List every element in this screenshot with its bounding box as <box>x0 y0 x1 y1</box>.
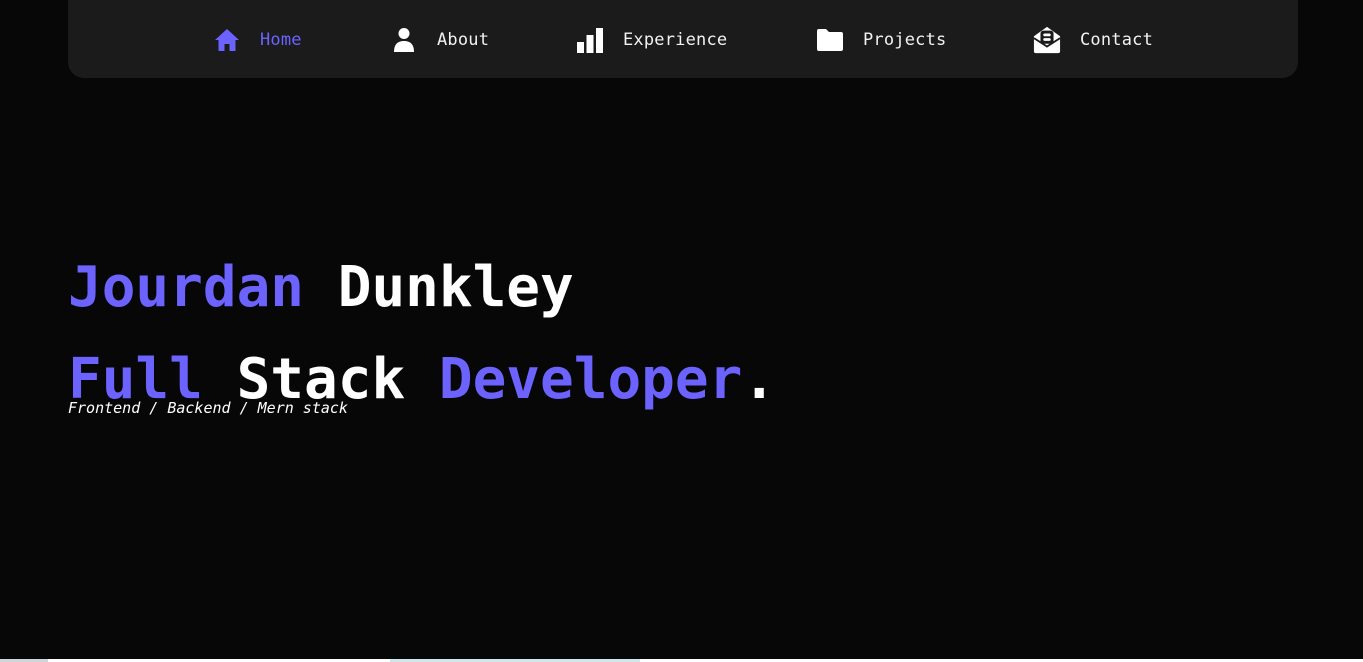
contact-mail-icon <box>1033 26 1061 54</box>
hero-name: Jourdan Dunkley <box>68 255 776 321</box>
nav-label-about: About <box>437 30 490 50</box>
nav-item-projects[interactable]: Projects <box>816 26 946 54</box>
portfolio-page: Home About Experience Projects Contact J… <box>0 0 1363 662</box>
folder-icon <box>816 26 844 54</box>
nav-label-projects: Projects <box>863 30 947 50</box>
hero-role-word-3: Developer <box>438 347 743 412</box>
nav-item-home[interactable]: Home <box>213 26 302 54</box>
bar-chart-icon <box>576 26 604 54</box>
nav-item-experience[interactable]: Experience <box>576 26 727 54</box>
hero-section: Jourdan Dunkley Full Stack Developer. Fr… <box>68 255 776 417</box>
nav-item-contact[interactable]: Contact <box>1033 26 1153 54</box>
hero-last-name: Dunkley <box>337 255 574 320</box>
hero-role-period: . <box>742 347 777 412</box>
person-icon <box>390 26 418 54</box>
home-icon <box>213 26 241 54</box>
nav-label-contact: Contact <box>1080 30 1154 50</box>
nav-item-about[interactable]: About <box>390 26 489 54</box>
nav-label-experience: Experience <box>623 30 728 50</box>
hero-first-name: Jourdan <box>68 255 305 320</box>
top-navbar: Home About Experience Projects Contact <box>68 0 1298 78</box>
nav-label-home: Home <box>260 30 302 50</box>
